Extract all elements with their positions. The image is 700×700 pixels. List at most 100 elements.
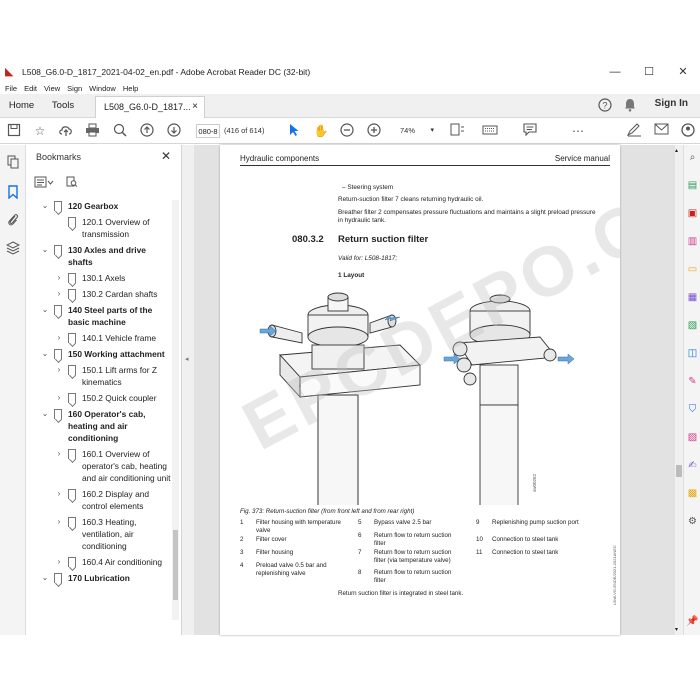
chevron-down-icon[interactable]: ⌄ [40,348,50,360]
menu-help[interactable]: Help [123,84,138,93]
save-icon[interactable] [6,123,22,139]
scroll-down-icon[interactable]: ▾ [675,626,678,633]
find-zoom-icon[interactable] [112,123,128,139]
customize-tools-icon[interactable]: ⚙ [685,515,700,529]
bookmark-item[interactable]: 120.1 Overview of transmission [26,216,171,240]
bookmark-item[interactable]: › 160.1 Overview of operator's cab, heati… [26,448,171,484]
menu-edit[interactable]: Edit [24,84,37,93]
menu-sign[interactable]: Sign [67,84,82,93]
email-icon[interactable] [653,123,669,139]
document-scrollbar[interactable]: ▴ ▾ [675,145,683,635]
find-bookmark-icon[interactable] [66,176,78,191]
bookmark-item[interactable]: › 160.3 Heating, ventilation, air conditi… [26,516,171,552]
page-thumbnails-icon[interactable] [5,155,21,171]
help-icon[interactable]: ? [598,98,612,114]
bookmark-section[interactable]: ⌄ 130 Axles and drive shafts [26,244,171,268]
close-panel-icon[interactable]: ✕ [161,149,171,163]
chevron-right-icon[interactable]: › [54,448,64,460]
tab-home[interactable]: Home [0,94,43,118]
chevron-right-icon[interactable]: › [54,488,64,500]
organize-pages-icon[interactable]: ▧ [685,319,700,333]
layers-icon[interactable] [5,241,21,257]
keyboard-icon[interactable] [482,123,498,139]
tab-close-icon[interactable]: × [192,97,198,117]
compress-pdf-icon[interactable]: ▨ [685,431,700,445]
pin-icon[interactable]: 📌 [685,615,700,629]
minimize-button[interactable]: — [600,62,630,82]
more-options-icon[interactable]: ⋯ [570,123,586,139]
section-number: 080.3.2 [292,234,324,245]
tab-tools[interactable]: Tools [43,94,83,118]
scan-ocr-icon[interactable]: ◫ [685,347,700,361]
sign-in-link[interactable]: Sign In [655,98,688,109]
tab-document[interactable]: L508_G6.0-D_1817... × [95,96,205,118]
bookmark-item[interactable]: › 130.2 Cardan shafts [26,288,171,300]
previous-page-icon[interactable] [139,123,155,139]
chevron-down-icon[interactable]: ⌄ [40,408,50,420]
menu-window[interactable]: Window [89,84,116,93]
close-button[interactable]: ✕ [668,62,698,82]
chevron-down-icon[interactable]: ⌄ [40,200,50,212]
comment-tool-icon[interactable]: ▭ [685,263,700,277]
bookmark-section[interactable]: ⌄ 160 Operator's cab, heating and air con… [26,408,171,444]
document-view[interactable]: Hydraulic components Service manual – St… [194,145,675,635]
bookmark-section[interactable]: ⌄ 150 Working attachment [26,348,171,360]
comment-icon[interactable] [522,123,538,139]
main-toolbar: ☆ 080-8 (416 of 614) ✋ 74% ▾ ⋯ [0,118,700,144]
bookmark-section[interactable]: ⌄ 140 Steel parts of the basic machine [26,304,171,328]
bookmark-section[interactable]: ⌄ 170 Lubrication [26,572,171,584]
cloud-upload-icon[interactable] [58,123,74,139]
export-pdf-icon[interactable]: ▤ [685,179,700,193]
bookmark-item[interactable]: › 160.4 Air conditioning [26,556,171,568]
zoom-out-icon[interactable] [339,123,355,139]
chevron-right-icon[interactable]: › [54,272,64,284]
bookmark-item[interactable]: › 130.1 Axels [26,272,171,284]
chevron-right-icon[interactable]: › [54,288,64,300]
scroll-up-icon[interactable]: ▴ [675,147,678,154]
page-number-input[interactable]: 080-8 [196,124,220,138]
combine-files-icon[interactable]: ▦ [685,291,700,305]
bookmarks-panel-icon[interactable] [5,185,21,201]
zoom-select[interactable]: 74% ▾ [392,124,436,138]
bookmark-star-icon[interactable]: ☆ [32,123,48,139]
sign-pen-icon[interactable] [626,123,642,139]
protect-shield-icon[interactable]: ⛉ [685,403,700,417]
menu-view[interactable]: View [44,84,60,93]
maximize-button[interactable]: ☐ [634,62,664,82]
chevron-right-icon[interactable]: › [54,364,64,376]
search-icon[interactable]: ⌕ [685,151,700,165]
bookmarks-scrollbar[interactable] [172,200,179,620]
bookmark-item[interactable]: › 150.2 Quick coupler [26,392,171,404]
attachments-icon[interactable] [5,213,21,229]
chevron-right-icon[interactable]: › [54,392,64,404]
bookmark-options-icon[interactable] [34,176,54,191]
document-scroll-thumb[interactable] [676,465,682,477]
hand-tool-icon[interactable]: ✋ [313,123,329,139]
page-fit-icon[interactable] [450,123,466,139]
chevron-down-icon[interactable]: ⌄ [40,304,50,316]
chevron-right-icon[interactable]: › [54,332,64,344]
menu-file[interactable]: File [5,84,17,93]
chevron-right-icon[interactable]: › [54,516,64,528]
print-icon[interactable] [84,123,100,139]
create-pdf-icon[interactable]: ▣ [685,207,700,221]
next-page-icon[interactable] [166,123,182,139]
bookmark-item[interactable]: › 150.1 Lift arms for Z kinematics [26,364,171,388]
share-user-icon[interactable] [680,123,696,139]
bookmark-item[interactable]: › 140.1 Vehicle frame [26,332,171,344]
bookmarks-scroll-thumb[interactable] [173,530,178,600]
zoom-in-icon[interactable] [366,123,382,139]
request-signature-icon[interactable]: ✍ [685,459,700,473]
chevron-down-icon[interactable]: ⌄ [40,244,50,256]
bookmark-item[interactable]: › 160.2 Display and control elements [26,488,171,512]
chevron-right-icon[interactable]: › [54,556,64,568]
send-for-review-icon[interactable]: ▩ [685,487,700,501]
chevron-down-icon[interactable]: ⌄ [40,572,50,584]
panel-splitter[interactable]: ◂ [182,145,194,635]
select-cursor-icon[interactable] [286,123,302,139]
edit-pdf-icon[interactable]: ▥ [685,235,700,249]
fill-sign-icon[interactable]: ✎ [685,375,700,389]
collapse-panel-icon[interactable]: ◂ [185,355,189,363]
notification-bell-icon[interactable] [624,98,636,114]
bookmark-section[interactable]: ⌄ 120 Gearbox [26,200,171,212]
